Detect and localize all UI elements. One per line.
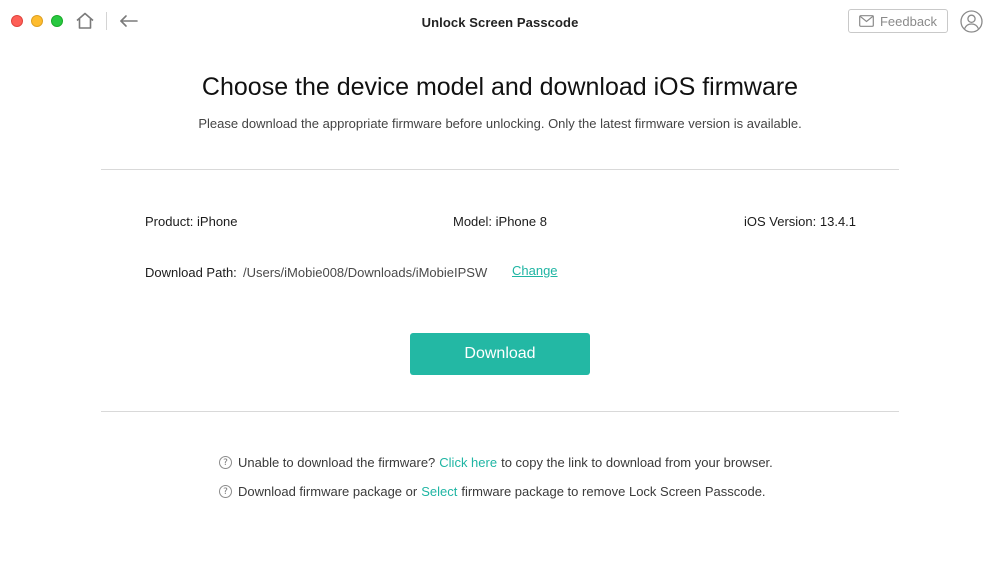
- page-subtitle: Please download the appropriate firmware…: [198, 116, 802, 131]
- change-path-link[interactable]: Change: [512, 263, 558, 278]
- ios-version-info: iOS Version: 13.4.1: [744, 214, 857, 229]
- help-text: firmware package to remove Lock Screen P…: [461, 484, 766, 499]
- app-window: Unlock Screen Passcode Feedback Choose t…: [0, 0, 1000, 580]
- select-package-link[interactable]: Select: [421, 484, 457, 499]
- download-button[interactable]: Download: [410, 333, 590, 375]
- mail-icon: [859, 15, 874, 27]
- download-path-label: Download Path:: [145, 265, 237, 280]
- title-bar: Unlock Screen Passcode Feedback: [0, 0, 1000, 44]
- product-info: Product: iPhone: [145, 214, 238, 229]
- bottom-divider: [101, 411, 899, 412]
- download-path-row: Download Path: /Users/iMobie008/Download…: [145, 265, 487, 280]
- model-info: Model: iPhone 8: [453, 214, 547, 229]
- help-line-copy-link: ? Unable to download the firmware? Click…: [219, 455, 773, 470]
- feedback-button[interactable]: Feedback: [848, 9, 948, 33]
- download-path-value: /Users/iMobie008/Downloads/iMobieIPSW: [243, 265, 488, 280]
- help-text: Download firmware package or: [238, 484, 418, 499]
- help-line-select-package: ? Download firmware package or Select fi…: [219, 484, 766, 499]
- feedback-label: Feedback: [879, 13, 938, 29]
- top-divider: [101, 169, 899, 170]
- help-text: to copy the link to download from your b…: [501, 455, 773, 470]
- help-text: Unable to download the firmware?: [238, 455, 436, 470]
- page-title: Choose the device model and download iOS…: [201, 73, 799, 101]
- account-icon[interactable]: [960, 10, 983, 33]
- help-question-icon: ?: [219, 485, 232, 498]
- click-here-link[interactable]: Click here: [439, 455, 497, 470]
- help-question-icon: ?: [219, 456, 232, 469]
